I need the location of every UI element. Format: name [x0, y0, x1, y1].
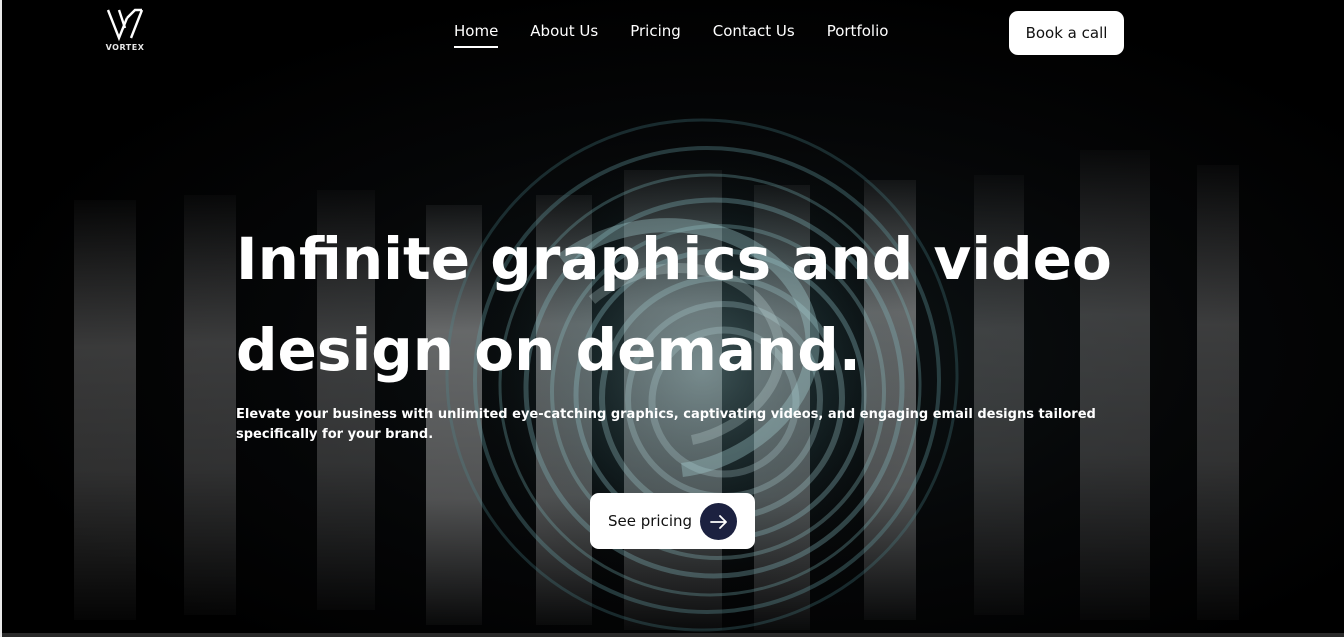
arrow-right-icon: [700, 503, 737, 540]
main-nav: Home About Us Pricing Contact Us Portfol…: [454, 22, 889, 48]
see-pricing-label: See pricing: [608, 512, 693, 530]
hero-title-line-1: Infinite graphics and video: [236, 225, 1112, 293]
nav-item-contact-us[interactable]: Contact Us: [713, 22, 795, 46]
brand-name: VORTEX: [105, 43, 145, 52]
book-a-call-button[interactable]: Book a call: [1009, 11, 1124, 55]
nav-item-portfolio[interactable]: Portfolio: [827, 22, 889, 46]
landing-page: VORTEX Home About Us Pricing Contact Us …: [0, 0, 1344, 637]
vortex-logo-icon: [106, 8, 144, 42]
vortex-logo[interactable]: VORTEX: [102, 8, 148, 56]
nav-item-about-us[interactable]: About Us: [530, 22, 598, 46]
hero-title-line-2: design on demand.: [236, 316, 861, 384]
see-pricing-button[interactable]: See pricing: [590, 493, 755, 549]
hero-title: Infinite graphics and video design on de…: [236, 214, 1136, 396]
nav-item-home[interactable]: Home: [454, 22, 499, 48]
nav-item-pricing[interactable]: Pricing: [630, 22, 681, 46]
hero-subtitle: Elevate your business with unlimited eye…: [236, 407, 1096, 442]
